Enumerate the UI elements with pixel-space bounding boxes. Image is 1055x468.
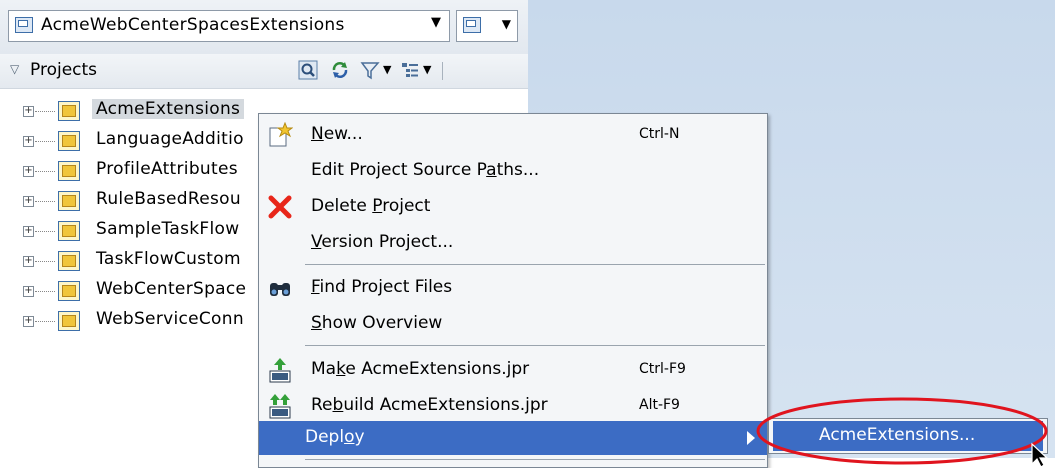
projects-panel-title: Projects (30, 60, 98, 80)
dropdown-arrow-icon: ▼ (431, 15, 441, 30)
project-context-menu: New... Ctrl-N Edit Project Source Paths.… (258, 113, 768, 468)
rebuild-icon (269, 394, 291, 419)
project-folder-icon (58, 131, 80, 151)
tree-item-label: LanguageAdditio (96, 129, 244, 149)
project-folder-icon (58, 101, 80, 121)
application-menu-button[interactable]: ▼ (456, 10, 518, 42)
tree-item-label: ProfileAttributes (96, 159, 238, 179)
project-folder-icon (58, 191, 80, 211)
application-menu-icon (463, 17, 481, 33)
tree-item-label: AcmeExtensions (92, 99, 245, 119)
project-folder-icon (58, 221, 80, 241)
menu-shortcut: Ctrl-N (639, 126, 680, 142)
make-icon (269, 358, 291, 383)
application-name: AcmeWebCenterSpacesExtensions (41, 15, 345, 35)
menu-item-new[interactable]: New... Ctrl-N (259, 118, 767, 152)
submenu-item-acmeextensions[interactable]: AcmeExtensions... (773, 421, 1043, 451)
menu-item-show-overview[interactable]: Show Overview (259, 307, 767, 341)
sort-options-icon[interactable] (400, 60, 420, 80)
expand-icon[interactable]: + (23, 136, 34, 147)
projects-panel-header: ▽ Projects ▼ ▼ (0, 54, 528, 89)
delete-icon (268, 195, 292, 219)
tree-item-label: RuleBasedResou (96, 189, 241, 209)
expand-icon[interactable]: + (23, 226, 34, 237)
sort-dropdown-arrow-icon[interactable]: ▼ (423, 63, 431, 76)
dropdown-arrow-icon: ▼ (501, 17, 511, 31)
project-folder-icon (58, 311, 80, 331)
toolbar-divider (442, 62, 443, 80)
expand-icon[interactable]: + (23, 286, 34, 297)
project-folder-icon (58, 161, 80, 181)
collapse-panel-icon[interactable]: ▽ (10, 62, 19, 76)
tree-item-label: SampleTaskFlow (96, 219, 240, 239)
project-folder-icon (58, 251, 80, 271)
tree-item-label: WebCenterSpace (96, 279, 247, 299)
menu-item-make[interactable]: Make AcmeExtensions.jpr Ctrl-F9 (259, 353, 767, 387)
expand-icon[interactable]: + (23, 316, 34, 327)
expand-icon[interactable]: + (23, 166, 34, 177)
tree-item-label: WebServiceConn (96, 309, 244, 329)
menu-item-find-project-files[interactable]: Find Project Files (259, 271, 767, 305)
expand-icon[interactable]: + (23, 106, 34, 117)
menu-item-version-project[interactable]: Version Project... (259, 226, 767, 260)
menu-item-deploy[interactable]: Deploy (259, 421, 767, 455)
expand-icon[interactable]: + (23, 256, 34, 267)
project-folder-icon (58, 281, 80, 301)
application-selector-dropdown[interactable]: AcmeWebCenterSpacesExtensions ▼ (8, 10, 450, 42)
search-icon[interactable] (298, 60, 318, 80)
menu-item-edit-project-source-paths[interactable]: Edit Project Source Paths... (259, 154, 767, 188)
menu-separator (305, 459, 765, 460)
menu-shortcut: Ctrl-F9 (639, 361, 686, 377)
deploy-submenu: AcmeExtensions... (768, 418, 1048, 454)
menu-item-rebuild[interactable]: Rebuild AcmeExtensions.jpr Alt-F9 (259, 389, 767, 423)
menu-separator (305, 264, 765, 265)
application-icon (15, 17, 33, 33)
refresh-icon[interactable] (330, 60, 350, 80)
new-icon (269, 122, 293, 147)
tree-item-label: TaskFlowCustom (96, 249, 241, 269)
expand-icon[interactable]: + (23, 196, 34, 207)
submenu-arrow-icon (747, 431, 755, 445)
filter-icon[interactable] (360, 60, 380, 80)
submenu-item-label: AcmeExtensions... (819, 425, 976, 445)
filter-dropdown-arrow-icon[interactable]: ▼ (383, 63, 391, 76)
menu-separator (305, 345, 765, 346)
application-selector-bar: AcmeWebCenterSpacesExtensions ▼ ▼ (0, 0, 528, 54)
mouse-pointer-icon (1031, 442, 1049, 468)
menu-shortcut: Alt-F9 (639, 397, 680, 413)
binoculars-icon (270, 283, 290, 296)
menu-item-delete-project[interactable]: Delete Project (259, 190, 767, 224)
